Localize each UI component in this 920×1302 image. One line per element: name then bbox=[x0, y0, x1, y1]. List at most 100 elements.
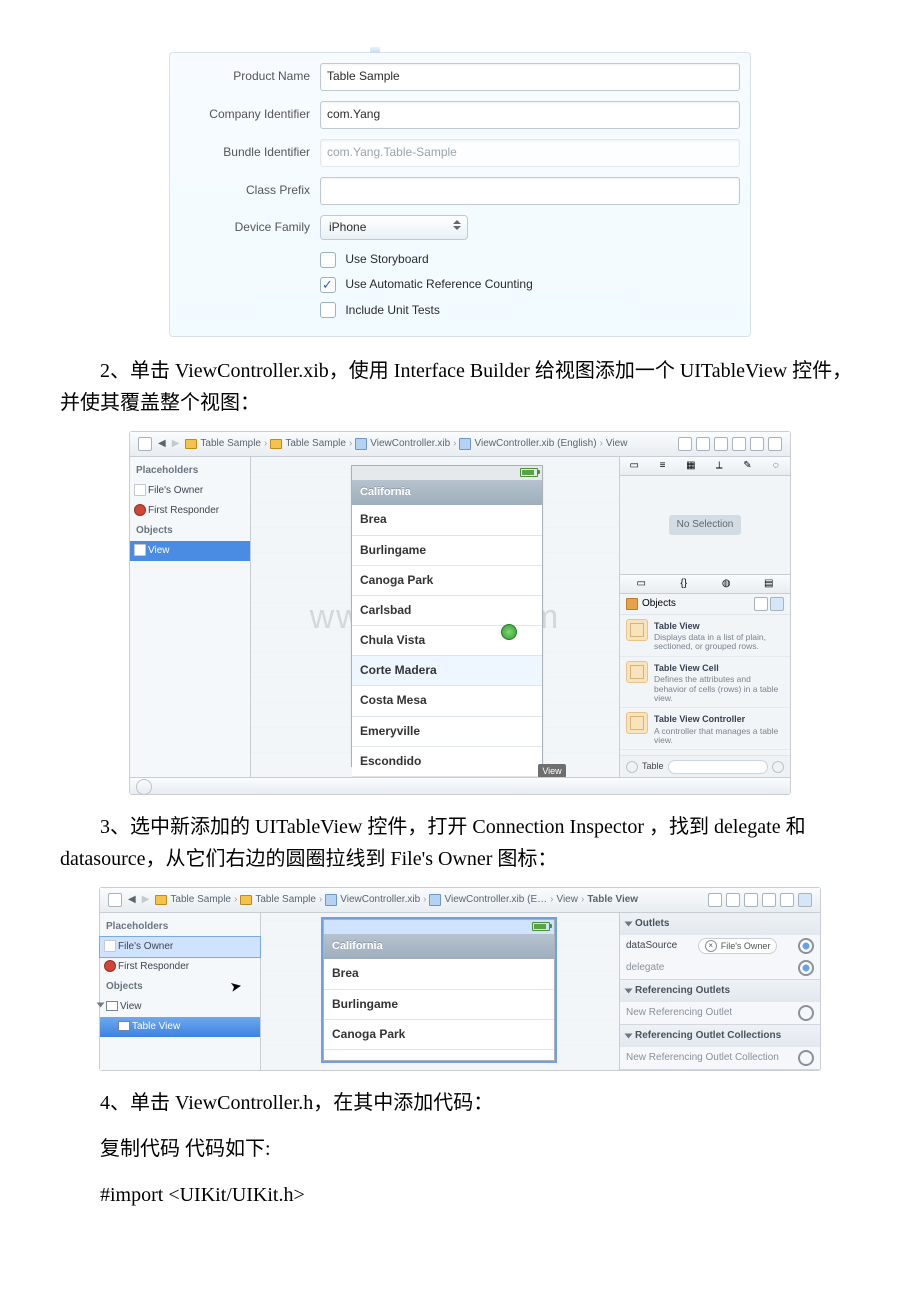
add-drop-icon bbox=[501, 624, 517, 640]
ib-canvas[interactable]: California Brea Burlingame Canoga Park bbox=[261, 913, 619, 1070]
use-arc-checkbox[interactable] bbox=[320, 277, 336, 293]
inspector-tab-icon[interactable] bbox=[732, 437, 746, 451]
library-thumb-icon bbox=[626, 619, 648, 641]
inspector-tab-icon[interactable] bbox=[726, 893, 740, 907]
table-row[interactable]: Burlingame bbox=[324, 990, 554, 1020]
library-viewmode-icon[interactable] bbox=[754, 597, 768, 611]
inspector-tab-icon[interactable] bbox=[708, 893, 722, 907]
library-tab-icon[interactable]: {} bbox=[663, 575, 706, 593]
library-search-value[interactable]: Table bbox=[642, 759, 664, 773]
inspector-tab-icon[interactable]: ◌ bbox=[762, 457, 790, 475]
connection-handle-icon[interactable] bbox=[798, 1005, 814, 1021]
object-library-list[interactable]: Table ViewDisplays data in a list of pla… bbox=[620, 615, 790, 756]
folder-icon bbox=[270, 439, 282, 449]
view-item[interactable]: View bbox=[100, 997, 260, 1017]
breadcrumb[interactable]: Table Sample› Table Sample› ViewControll… bbox=[185, 436, 627, 452]
product-name-field[interactable]: Table Sample bbox=[320, 63, 740, 91]
inspector-tab-icon[interactable] bbox=[696, 437, 710, 451]
phone-mock[interactable]: California Brea Burlingame Canoga Park bbox=[323, 919, 555, 1061]
use-storyboard-label: Use Storyboard bbox=[345, 252, 428, 266]
library-item[interactable]: Table View CellDefines the attributes an… bbox=[620, 657, 790, 708]
datasource-outlet[interactable]: dataSource ×File's Owner bbox=[620, 935, 820, 957]
step-3-text: 3、选中新添加的 UITableView 控件，打开 Connection In… bbox=[60, 811, 860, 875]
copy-code-label: 复制代码 代码如下: bbox=[60, 1133, 860, 1165]
files-owner-item[interactable]: File's Owner bbox=[100, 937, 260, 957]
new-referencing-outlet[interactable]: New Referencing Outlet bbox=[620, 1002, 820, 1024]
inspector-tab-icon[interactable]: ⟂ bbox=[705, 457, 733, 475]
connection-handle-icon[interactable] bbox=[798, 960, 814, 976]
nav-back-icon[interactable]: ◀ bbox=[158, 436, 166, 452]
include-unit-tests-checkbox[interactable] bbox=[320, 302, 336, 318]
table-row[interactable]: Carlsbad bbox=[352, 596, 542, 626]
xib-icon bbox=[355, 438, 367, 450]
library-clear-icon[interactable] bbox=[772, 761, 784, 773]
table-row[interactable]: Escondido bbox=[352, 747, 542, 777]
library-item[interactable]: Table ViewDisplays data in a list of pla… bbox=[620, 615, 790, 657]
include-unit-tests-label: Include Unit Tests bbox=[345, 303, 440, 317]
library-search-field[interactable] bbox=[668, 760, 768, 774]
section-header: California bbox=[324, 934, 554, 960]
library-viewmode-icon[interactable] bbox=[770, 597, 784, 611]
no-selection-area: No Selection bbox=[620, 476, 790, 574]
class-prefix-label: Class Prefix bbox=[180, 181, 320, 200]
table-row[interactable]: Canoga Park bbox=[324, 1020, 554, 1050]
class-prefix-field[interactable] bbox=[320, 177, 740, 205]
battery-icon bbox=[532, 922, 550, 931]
xib-icon bbox=[429, 894, 441, 906]
bundle-identifier-value: com.Yang.Table-Sample bbox=[320, 139, 740, 167]
zoom-icon[interactable] bbox=[136, 779, 152, 795]
inspector-tab-icon[interactable] bbox=[780, 893, 794, 907]
referencing-outlets-header[interactable]: Referencing Outlets bbox=[620, 980, 820, 1002]
step-4-text: 4、单击 ViewController.h，在其中添加代码： bbox=[60, 1087, 860, 1119]
use-storyboard-checkbox[interactable] bbox=[320, 252, 336, 268]
delegate-outlet[interactable]: delegate bbox=[620, 957, 820, 979]
first-responder-item[interactable]: First Responder bbox=[130, 501, 250, 521]
library-tab-icon[interactable]: ▭ bbox=[620, 575, 663, 593]
disconnect-icon[interactable]: × bbox=[705, 940, 717, 952]
library-tab-icon[interactable]: ◍ bbox=[705, 575, 748, 593]
ib-canvas[interactable]: www.docx.com California Brea Burlingame … bbox=[251, 457, 619, 777]
library-filter-icon[interactable] bbox=[626, 761, 638, 773]
table-view-item[interactable]: Table View bbox=[100, 1017, 260, 1037]
inspector-tab-icon[interactable]: ≡ bbox=[648, 457, 676, 475]
connection-handle-icon[interactable] bbox=[798, 938, 814, 954]
inspector-tab-icon[interactable]: ▦ bbox=[677, 457, 705, 475]
connections-inspector: Outlets dataSource ×File's Owner delegat… bbox=[619, 913, 820, 1070]
inspector-tab-icon[interactable]: ✎ bbox=[733, 457, 761, 475]
inspector-tab-icon[interactable] bbox=[762, 893, 776, 907]
project-options-form: Product Name Table Sample Company Identi… bbox=[169, 52, 751, 337]
table-row[interactable]: Costa Mesa bbox=[352, 686, 542, 716]
inspector-tab-icon[interactable]: ▭ bbox=[620, 457, 648, 475]
referencing-outlet-coll-header[interactable]: Referencing Outlet Collections bbox=[620, 1025, 820, 1047]
inspector-tab-icon[interactable] bbox=[750, 437, 764, 451]
company-identifier-field[interactable]: com.Yang bbox=[320, 101, 740, 129]
inspector-tab-icon[interactable] bbox=[714, 437, 728, 451]
table-row[interactable]: Corte Madera bbox=[352, 656, 542, 686]
inspector-tab-icon[interactable] bbox=[744, 893, 758, 907]
library-tab-icon[interactable]: ▤ bbox=[748, 575, 791, 593]
view-mode-icon[interactable] bbox=[138, 437, 152, 451]
inspector-tab-icon[interactable] bbox=[768, 437, 782, 451]
new-referencing-outlet-coll[interactable]: New Referencing Outlet Collection bbox=[620, 1047, 820, 1069]
connection-handle-icon[interactable] bbox=[798, 1050, 814, 1066]
table-row[interactable]: Brea bbox=[324, 959, 554, 989]
table-row[interactable]: Burlingame bbox=[352, 536, 542, 566]
connections-inspector-tab-icon[interactable] bbox=[798, 893, 812, 907]
document-outline: Placeholders File's Owner First Responde… bbox=[130, 457, 251, 777]
outlets-header[interactable]: Outlets bbox=[620, 913, 820, 935]
nav-fwd-icon[interactable]: ▶ bbox=[142, 892, 150, 908]
table-row[interactable]: Emeryville bbox=[352, 717, 542, 747]
nav-fwd-icon[interactable]: ▶ bbox=[172, 436, 180, 452]
nav-back-icon[interactable]: ◀ bbox=[128, 892, 136, 908]
library-item[interactable]: Table View ControllerA controller that m… bbox=[620, 708, 790, 750]
table-row[interactable]: Canoga Park bbox=[352, 566, 542, 596]
files-owner-item[interactable]: File's Owner bbox=[130, 481, 250, 501]
inspector-tab-icon[interactable] bbox=[678, 437, 692, 451]
view-item[interactable]: View bbox=[130, 541, 250, 561]
xcode-topbar: ◀ ▶ Table Sample› Table Sample› ViewCont… bbox=[130, 432, 790, 457]
view-mode-icon[interactable] bbox=[108, 893, 122, 907]
table-row[interactable]: Brea bbox=[352, 505, 542, 535]
breadcrumb[interactable]: Table Sample› Table Sample› ViewControll… bbox=[155, 892, 638, 908]
device-family-select[interactable]: iPhone bbox=[320, 215, 468, 240]
phone-mock[interactable]: California Brea Burlingame Canoga Park C… bbox=[351, 465, 543, 767]
